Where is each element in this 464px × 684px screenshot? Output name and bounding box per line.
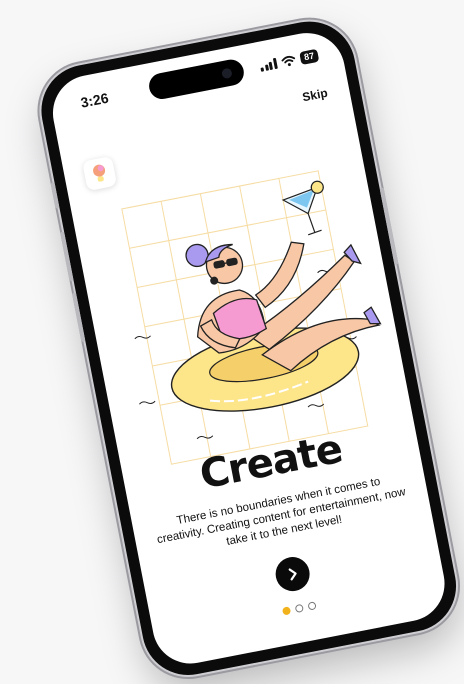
- volume-up-button: [60, 231, 74, 282]
- status-indicators: 87: [259, 48, 320, 73]
- mute-switch: [50, 182, 60, 209]
- page-indicator: [281, 601, 317, 616]
- next-button[interactable]: [272, 554, 313, 594]
- battery-icon: 87: [299, 48, 320, 65]
- chevron-right-icon: [288, 568, 297, 581]
- page-dot-2[interactable]: [294, 603, 304, 614]
- status-time: 3:26: [79, 89, 110, 111]
- skip-button[interactable]: Skip: [301, 86, 329, 105]
- power-button: [379, 187, 399, 265]
- status-bar: 3:26 87: [50, 44, 344, 120]
- page-dot-3[interactable]: [307, 601, 317, 611]
- phone-frame: 3:26 87 Skip Create There is no boundari…: [33, 13, 464, 683]
- signal-icon: [260, 57, 278, 72]
- volume-down-button: [71, 292, 86, 343]
- phone-screen: 3:26 87 Skip Create There is no boundari…: [46, 26, 452, 671]
- wifi-icon: [281, 55, 296, 67]
- page-dot-1[interactable]: [281, 606, 292, 616]
- app-logo-icon: [82, 155, 118, 192]
